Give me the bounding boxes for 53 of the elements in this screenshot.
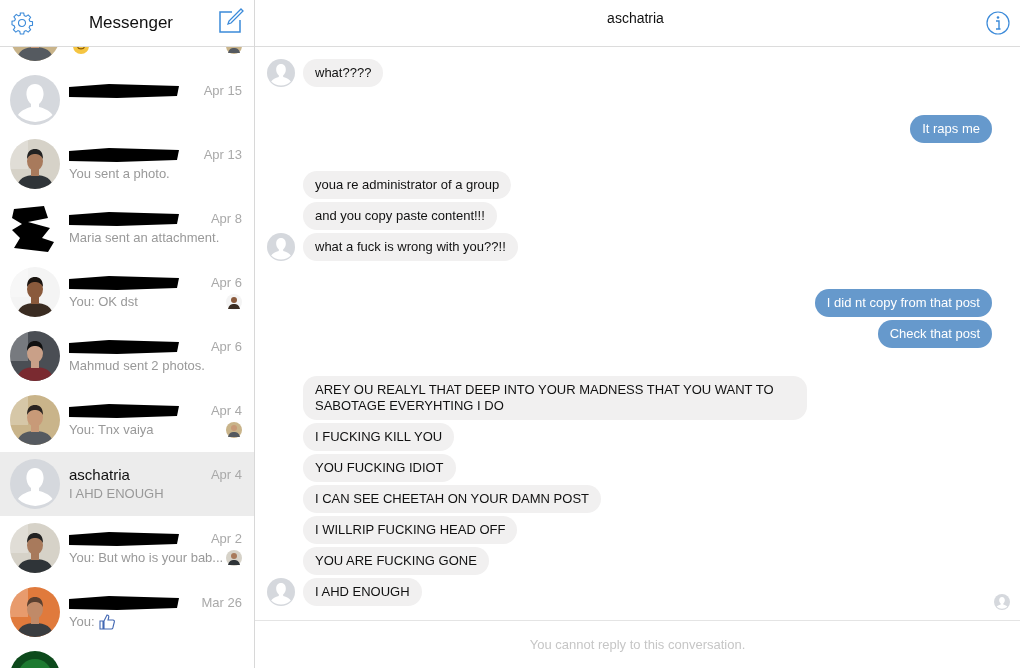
message-preview: You: Tnx vaiya	[69, 422, 154, 437]
default-avatar-icon	[267, 233, 295, 261]
message-preview: Maria sent an attachment.	[69, 230, 220, 245]
settings-icon[interactable]	[10, 11, 34, 35]
date-label: Apr 2	[210, 531, 242, 546]
conversation-item[interactable]: Mar 26 You:	[0, 580, 254, 644]
conversation-item[interactable]: Apr 4 You: Tnx vaiya	[0, 388, 254, 452]
conversation-item[interactable]: Apr 8 Maria sent an attachment.	[0, 196, 254, 260]
message-bubble: and you copy paste content!!!	[303, 202, 497, 230]
message-bubble: I CAN SEE CHEETAH ON YOUR DAMN POST	[303, 485, 601, 513]
info-icon[interactable]	[986, 11, 1010, 35]
date-label: Apr 13	[203, 147, 242, 162]
message-bubble: youa re administrator of a group	[303, 171, 512, 199]
conversation-item[interactable]: Apr 2 You: But who is your bab...	[0, 516, 254, 580]
date-label: Apr 15	[203, 83, 242, 98]
conversation-item[interactable]: Apr 6 You: OK dst	[0, 260, 254, 324]
message-preview: You: OK dst	[69, 294, 138, 309]
contact-name: aschatria	[69, 466, 130, 483]
message-bubble: I AHD ENOUGH	[303, 578, 422, 606]
date-label: Apr 4	[210, 403, 242, 418]
message-bubble: AREY OU REALYL THAT DEEP INTO YOUR MADNESS THAT YOU WANT TO SABOTAGE EVERYHTING I DO	[303, 376, 807, 420]
conversation-item[interactable]: Apr 15	[0, 68, 254, 132]
message-bubble: Check that post	[877, 320, 992, 348]
message-bubble: I WILLRIP FUCKING HEAD OFF	[303, 516, 518, 544]
message-preview: You:	[69, 614, 95, 629]
default-avatar-icon	[10, 75, 60, 125]
message-preview: Mahmud sent 2 photos.	[69, 358, 205, 373]
message-bubble: YOU ARE FUCKING GONE	[303, 547, 489, 575]
message-bubble: what????	[303, 59, 384, 87]
message-preview: You sent a photo.	[69, 166, 170, 181]
message-preview: You: But who is your bab...	[69, 550, 224, 565]
notice-text: You cannot reply to this conversation.	[529, 637, 746, 652]
message-bubble: what a fuck is wrong with you??!!	[303, 233, 518, 261]
default-avatar-icon	[267, 578, 295, 606]
message-bubble: It raps me	[910, 115, 992, 143]
date-label: Mar 26	[201, 595, 242, 610]
app-title: Messenger	[87, 13, 175, 33]
date-label: Apr 6	[210, 339, 242, 354]
default-avatar-icon	[267, 59, 295, 87]
default-avatar-icon	[10, 459, 60, 509]
thumbs-up-icon	[98, 613, 115, 630]
conversation-title: aschatria	[606, 10, 665, 26]
message-bubble: YOU FUCKING IDIOT	[303, 454, 456, 482]
date-label: Apr 6	[210, 275, 242, 290]
message-preview: I AHD ENOUGH	[69, 486, 164, 501]
message-bubble: I did nt copy from that post	[814, 289, 992, 317]
date-label: Apr 4	[210, 467, 242, 482]
conversation-item[interactable]: Apr 6 Mahmud sent 2 photos.	[0, 324, 254, 388]
date-label: Apr 8	[210, 211, 242, 226]
conversation-item[interactable]: aschatria Apr 4 I AHD ENOUGH	[0, 452, 254, 516]
message-bubble: I FUCKING KILL YOU	[303, 423, 455, 451]
compose-icon[interactable]	[218, 8, 244, 34]
conversation-item[interactable]: Apr 13 You sent a photo.	[0, 132, 254, 196]
